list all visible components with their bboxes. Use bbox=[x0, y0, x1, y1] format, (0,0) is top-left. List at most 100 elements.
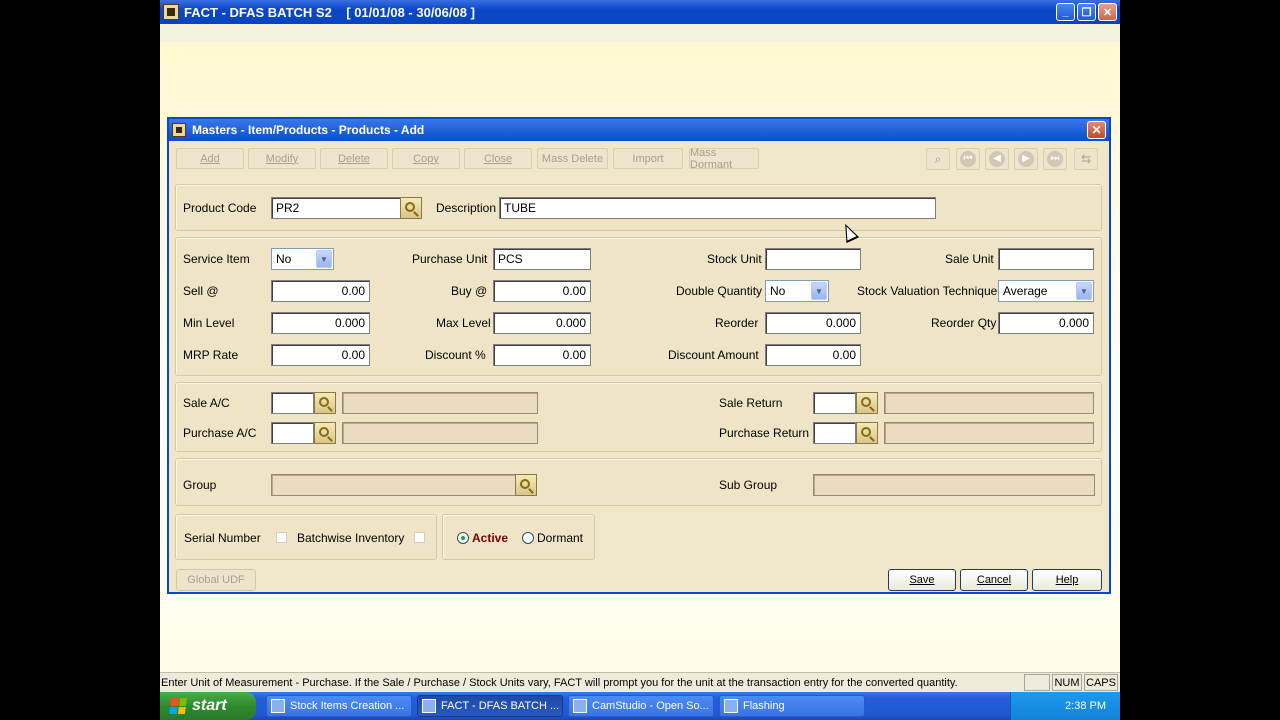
product-code-lookup-button[interactable] bbox=[400, 197, 422, 219]
purchase-ac-name-field bbox=[342, 422, 538, 444]
sale-ac-lookup-button[interactable] bbox=[314, 392, 336, 414]
import-button[interactable]: Import bbox=[613, 148, 683, 169]
next-record-icon[interactable]: ▶ bbox=[1014, 148, 1038, 170]
cancel-button[interactable]: Cancel bbox=[960, 569, 1028, 591]
taskbar-item-label: Flashing bbox=[743, 700, 785, 712]
fact-app-icon bbox=[163, 4, 179, 20]
mrp-rate-field[interactable]: 0.00 bbox=[271, 344, 370, 366]
max-level-label: Max Level bbox=[436, 316, 491, 330]
service-item-select[interactable]: No ▼ bbox=[271, 248, 334, 270]
mass-dormant-button[interactable]: Mass Dormant bbox=[689, 147, 759, 171]
group-label: Group bbox=[183, 478, 217, 492]
delete-button[interactable]: Delete bbox=[320, 148, 388, 169]
sale-return-code-field[interactable] bbox=[813, 392, 856, 414]
copy-button[interactable]: Copy bbox=[392, 148, 460, 169]
buy-label: Buy @ bbox=[451, 284, 488, 298]
group-lookup-button[interactable] bbox=[515, 474, 537, 496]
stock-valuation-value: Average bbox=[1003, 284, 1048, 298]
dormant-radio[interactable] bbox=[522, 532, 534, 544]
start-label: start bbox=[192, 697, 227, 714]
first-record-icon[interactable]: ⏮ bbox=[956, 148, 980, 170]
reorder-qty-field[interactable]: 0.000 bbox=[998, 312, 1094, 334]
sale-unit-field[interactable] bbox=[998, 248, 1094, 270]
system-tray: 2:38 PM bbox=[1010, 692, 1120, 720]
sub-group-label: Sub Group bbox=[719, 478, 778, 492]
chevron-down-icon: ▼ bbox=[811, 282, 827, 300]
camstudio-icon bbox=[573, 699, 587, 713]
mass-delete-label: Mass Delete bbox=[541, 152, 604, 165]
maximize-button[interactable]: ❐ bbox=[1077, 3, 1096, 21]
serial-number-label: Serial Number bbox=[184, 531, 261, 545]
sub-group-field[interactable] bbox=[813, 474, 1095, 496]
sale-return-lookup-button[interactable] bbox=[856, 392, 878, 414]
save-label: Save bbox=[909, 574, 935, 586]
magnifier-icon bbox=[319, 427, 329, 437]
group-field[interactable] bbox=[271, 474, 516, 496]
taskbar-item-camstudio[interactable]: CamStudio - Open So... bbox=[568, 695, 714, 717]
discount-amount-field[interactable]: 0.00 bbox=[765, 344, 861, 366]
batchwise-inventory-checkbox[interactable] bbox=[414, 532, 425, 543]
products-add-dialog: Masters - Item/Products - Products - Add… bbox=[167, 117, 1111, 594]
purchase-ac-lookup-button[interactable] bbox=[314, 422, 336, 444]
stock-valuation-select[interactable]: Average ▼ bbox=[998, 280, 1094, 302]
modify-button[interactable]: Modify bbox=[248, 148, 316, 169]
dialog-title: Masters - Item/Products - Products - Add bbox=[192, 123, 425, 137]
reorder-field[interactable]: 0.000 bbox=[765, 312, 861, 334]
num-lock-indicator: NUM bbox=[1052, 674, 1082, 691]
global-udf-button[interactable]: Global UDF bbox=[176, 569, 256, 591]
binoculars-icon[interactable]: ⌕ bbox=[926, 148, 950, 170]
purchase-ac-code-field[interactable] bbox=[271, 422, 314, 444]
dialog-close-button[interactable]: ✕ bbox=[1087, 121, 1106, 139]
help-button[interactable]: Help bbox=[1032, 569, 1102, 591]
magnifier-icon bbox=[520, 479, 530, 489]
magnifier-icon bbox=[405, 202, 415, 212]
taskbar-item-fact[interactable]: FACT - DFAS BATCH ... bbox=[417, 695, 563, 717]
purchase-unit-field[interactable]: PCS bbox=[493, 248, 591, 270]
sell-field[interactable]: 0.00 bbox=[271, 280, 370, 302]
cancel-label: Cancel bbox=[976, 574, 1012, 586]
sale-ac-label: Sale A/C bbox=[183, 396, 230, 410]
clock[interactable]: 2:38 PM bbox=[1065, 700, 1106, 712]
main-window-titlebar: FACT - DFAS BATCH S2 [ 01/01/08 - 30/06/… bbox=[160, 0, 1120, 24]
double-quantity-label: Double Quantity bbox=[676, 284, 763, 298]
sale-ac-code-field[interactable] bbox=[271, 392, 314, 414]
delete-label: Delete bbox=[338, 152, 370, 165]
description-field[interactable]: TUBE bbox=[499, 197, 936, 219]
status-bar: Enter Unit of Measurement - Purchase. If… bbox=[160, 672, 1120, 692]
help-label: Help bbox=[1055, 574, 1079, 586]
product-code-field[interactable]: PR2 bbox=[271, 197, 401, 219]
copy-label: Copy bbox=[413, 152, 439, 165]
purchase-return-name-field bbox=[884, 422, 1094, 444]
chevron-down-icon: ▼ bbox=[316, 250, 332, 268]
double-quantity-value: No bbox=[770, 284, 786, 298]
taskbar-item-stock-items[interactable]: Stock Items Creation ... bbox=[266, 695, 412, 717]
purchase-return-lookup-button[interactable] bbox=[856, 422, 878, 444]
minimize-button[interactable]: _ bbox=[1056, 3, 1075, 21]
close-label: Close bbox=[483, 152, 513, 165]
mass-delete-button[interactable]: Mass Delete bbox=[537, 148, 608, 169]
stock-unit-field[interactable] bbox=[765, 248, 861, 270]
last-record-icon[interactable]: ⏭ bbox=[1043, 148, 1067, 170]
taskbar-item-flashing[interactable]: Flashing bbox=[719, 695, 865, 717]
start-button[interactable]: start bbox=[160, 692, 256, 720]
purchase-return-code-field[interactable] bbox=[813, 422, 856, 444]
close-record-button[interactable]: Close bbox=[464, 148, 532, 169]
previous-record-icon[interactable]: ◀ bbox=[985, 148, 1009, 170]
buy-field[interactable]: 0.00 bbox=[493, 280, 591, 302]
taskbar-item-label: Stock Items Creation ... bbox=[290, 700, 405, 712]
switch-icon[interactable]: ⇆ bbox=[1074, 148, 1098, 170]
close-button[interactable]: ✕ bbox=[1098, 3, 1117, 21]
dormant-label: Dormant bbox=[537, 531, 584, 545]
purchase-return-label: Purchase Return bbox=[719, 426, 810, 440]
add-button[interactable]: Add bbox=[176, 148, 244, 169]
max-level-field[interactable]: 0.000 bbox=[493, 312, 591, 334]
magnifier-icon bbox=[319, 397, 329, 407]
active-radio[interactable] bbox=[457, 532, 469, 544]
sale-return-name-field bbox=[884, 392, 1094, 414]
serial-number-checkbox[interactable] bbox=[276, 532, 287, 543]
batchwise-inventory-label: Batchwise Inventory bbox=[297, 531, 405, 545]
save-button[interactable]: Save bbox=[888, 569, 956, 591]
discount-pct-field[interactable]: 0.00 bbox=[493, 344, 591, 366]
min-level-field[interactable]: 0.000 bbox=[271, 312, 370, 334]
double-quantity-select[interactable]: No ▼ bbox=[765, 280, 829, 302]
